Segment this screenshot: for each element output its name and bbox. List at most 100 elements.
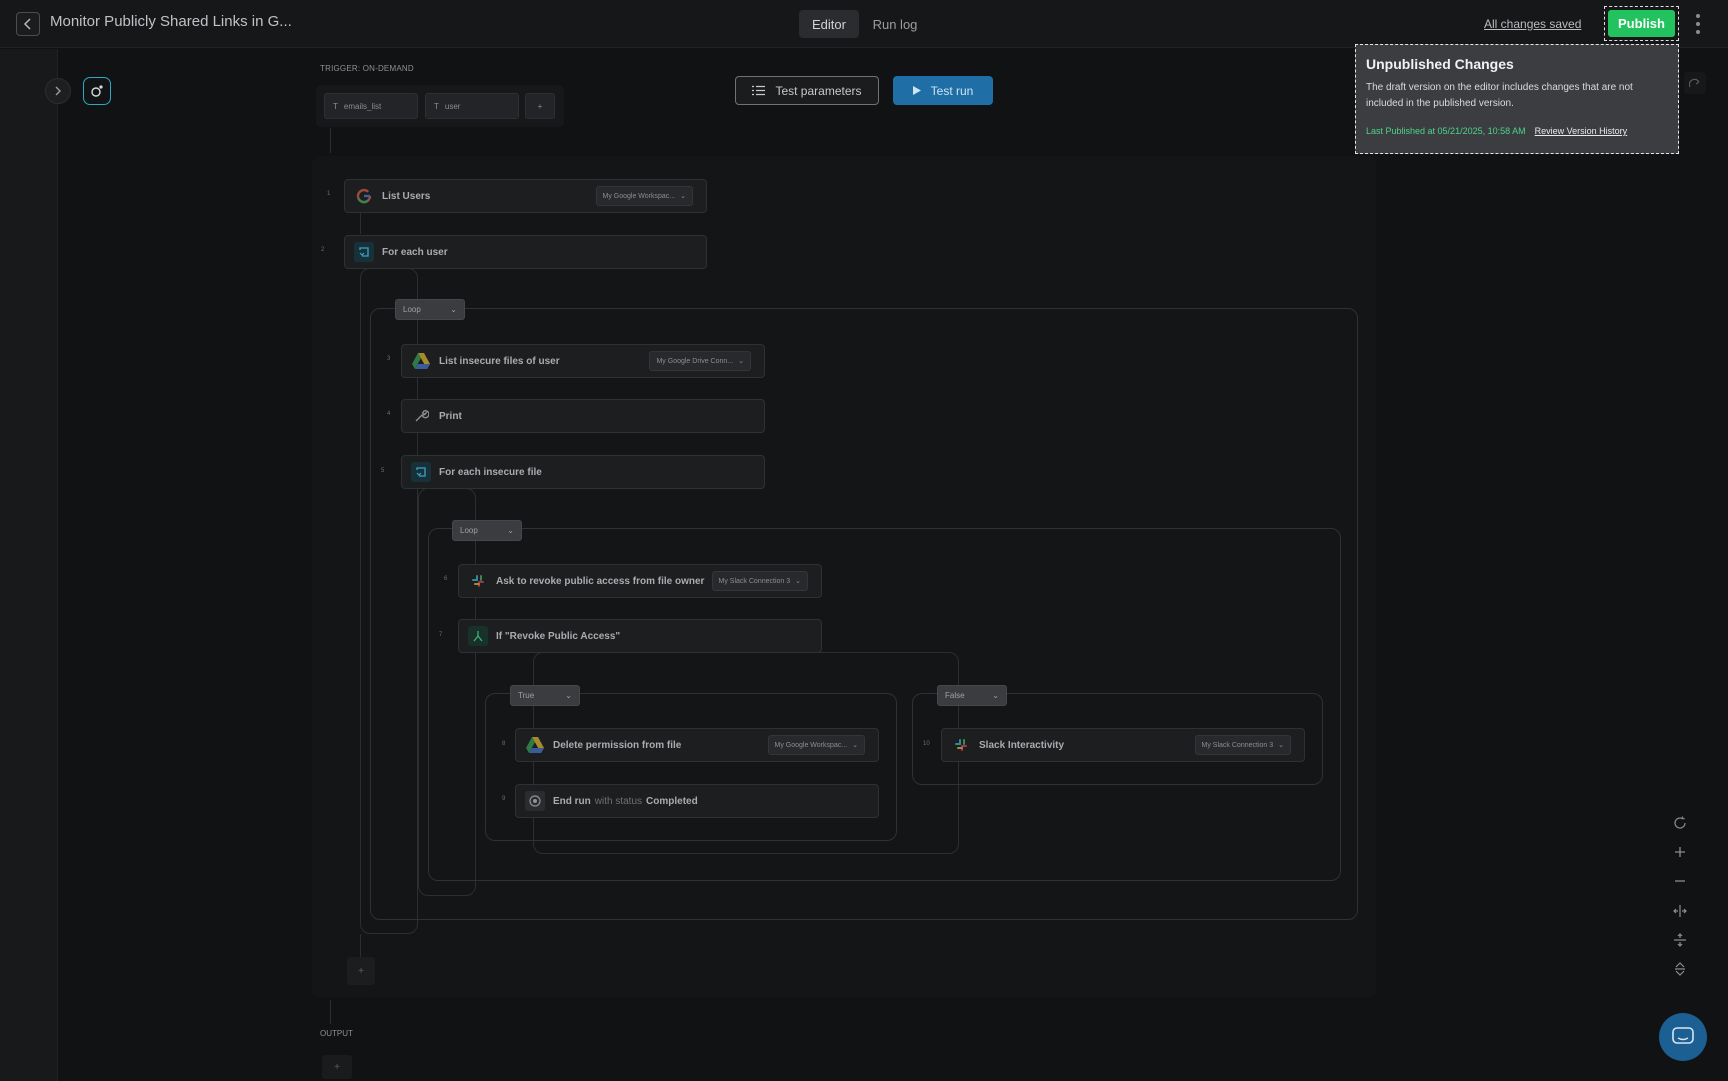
chat-icon [1672, 1027, 1694, 1044]
loop-dropdown[interactable]: Loop ⌄ [395, 299, 465, 320]
connector-line [417, 432, 418, 454]
reset-view-icon[interactable] [1669, 812, 1691, 834]
google-drive-icon [525, 735, 545, 755]
output-label: OUTPUT [320, 1029, 353, 1038]
chevron-down-icon: ⌄ [1278, 742, 1284, 749]
connection-select[interactable]: My Google Workspac... ⌄ [595, 186, 693, 206]
slack-icon [951, 735, 971, 755]
param-chip-emails-list[interactable]: Temails_list [324, 93, 418, 119]
list-icon [752, 85, 766, 96]
last-published-text: Last Published at 05/21/2025, 10:58 AM [1366, 126, 1526, 136]
popover-title: Unpublished Changes [1366, 56, 1514, 72]
play-icon [912, 86, 921, 95]
step-print[interactable]: Print [401, 399, 765, 433]
branch-container-true [485, 693, 897, 841]
branch-icon [468, 626, 488, 646]
save-status-link[interactable]: All changes saved [1484, 17, 1581, 31]
tab-run-log[interactable]: Run log [870, 10, 920, 38]
collapse-expand-icon[interactable] [1669, 958, 1691, 980]
review-version-history-link[interactable]: Review Version History [1535, 126, 1628, 136]
step-end-run[interactable]: End run with status Completed [515, 784, 879, 818]
chevron-down-icon: ⌄ [738, 358, 744, 365]
connector-line [475, 596, 476, 620]
chevron-down-icon: ⌄ [565, 691, 572, 700]
step-ask-revoke-access[interactable]: Ask to revoke public access from file ow… [458, 564, 822, 598]
chat-support-button[interactable] [1659, 1013, 1707, 1061]
connection-select[interactable]: My Google Workspac... ⌄ [767, 735, 865, 755]
connection-select[interactable]: My Slack Connection 3 ⌄ [1194, 735, 1291, 755]
chevron-down-icon: ⌄ [795, 578, 801, 585]
step-if-revoke-public-access[interactable]: If "Revoke Public Access" [458, 619, 822, 653]
connector-line [330, 128, 331, 153]
wrench-icon [411, 406, 431, 426]
back-button[interactable] [16, 12, 40, 36]
branch-false-dropdown[interactable]: False ⌄ [937, 685, 1007, 706]
fit-width-icon[interactable] [1669, 900, 1691, 922]
text-type-icon: T [434, 101, 439, 111]
chevron-down-icon: ⌄ [992, 691, 999, 700]
workflow-title[interactable]: Monitor Publicly Shared Links in G... [50, 13, 292, 30]
tab-editor[interactable]: Editor [799, 10, 859, 38]
connector-line [330, 1000, 331, 1024]
connection-select[interactable]: My Slack Connection 3 ⌄ [711, 571, 808, 591]
param-chip-user[interactable]: Tuser [425, 93, 519, 119]
step-number: 6 [444, 576, 448, 582]
ai-sparkle-icon [91, 85, 103, 97]
zoom-controls [1667, 812, 1693, 980]
redo-icon[interactable] [1684, 72, 1706, 94]
more-options-icon[interactable] [1690, 12, 1706, 36]
publish-button-highlight: Publish [1604, 6, 1679, 41]
ai-assistant-button[interactable] [83, 77, 111, 105]
step-number: 4 [387, 411, 391, 417]
step-list-insecure-files[interactable]: List insecure files of user My Google Dr… [401, 344, 765, 378]
step-number: 3 [387, 356, 391, 362]
fit-height-icon[interactable] [1669, 929, 1691, 951]
step-for-each-user[interactable]: For each user [344, 235, 707, 269]
popover-footer: Last Published at 05/21/2025, 10:58 AM R… [1366, 126, 1668, 136]
step-number: 1 [327, 191, 331, 197]
step-number: 5 [381, 468, 385, 474]
popover-description: The draft version on the editor includes… [1366, 82, 1633, 109]
connector-line [417, 376, 418, 398]
step-delete-permission[interactable]: Delete permission from file My Google Wo… [515, 728, 879, 762]
publish-button[interactable]: Publish [1608, 10, 1675, 37]
test-run-button[interactable]: Test run [893, 76, 993, 105]
connector-line [360, 212, 361, 234]
chevron-down-icon: ⌄ [450, 305, 457, 314]
chevron-down-icon: ⌄ [680, 193, 686, 200]
chevron-right-icon [55, 86, 61, 96]
add-step-button[interactable]: + [347, 957, 375, 985]
connector-line [360, 934, 361, 958]
loop-icon [411, 462, 431, 482]
step-number: 8 [502, 741, 506, 747]
google-drive-icon [411, 351, 431, 371]
trigger-card: Temails_list Tuser + [316, 85, 564, 127]
loop-dropdown[interactable]: Loop ⌄ [452, 520, 522, 541]
branch-true-dropdown[interactable]: True ⌄ [510, 685, 580, 706]
step-slack-interactivity[interactable]: Slack Interactivity My Slack Connection … [941, 728, 1305, 762]
text-type-icon: T [333, 101, 338, 111]
chevron-down-icon: ⌄ [852, 742, 858, 749]
loop-icon [354, 242, 374, 262]
test-parameters-button[interactable]: Test parameters [735, 76, 879, 105]
slack-icon [468, 571, 488, 591]
google-icon [354, 186, 374, 206]
left-sidebar [0, 49, 58, 1081]
chevron-left-icon [23, 18, 31, 30]
step-number: 7 [439, 632, 443, 638]
step-list-users[interactable]: List Users My Google Workspac... ⌄ [344, 179, 707, 213]
zoom-out-icon[interactable] [1669, 870, 1691, 892]
add-param-button[interactable]: + [525, 93, 555, 119]
step-number: 9 [502, 796, 506, 802]
step-for-each-insecure-file[interactable]: For each insecure file [401, 455, 765, 489]
add-output-button[interactable]: + [322, 1055, 352, 1079]
connection-select[interactable]: My Google Drive Conn... ⌄ [649, 351, 751, 371]
unpublished-changes-popover: Unpublished Changes The draft version on… [1355, 44, 1679, 154]
step-number: 10 [923, 741, 930, 747]
trigger-label: TRIGGER: ON-DEMAND [320, 64, 414, 73]
expand-sidebar-button[interactable] [45, 78, 71, 104]
step-number: 2 [321, 247, 325, 253]
stop-icon [525, 791, 545, 811]
chevron-down-icon: ⌄ [507, 526, 514, 535]
zoom-in-icon[interactable] [1669, 841, 1691, 863]
